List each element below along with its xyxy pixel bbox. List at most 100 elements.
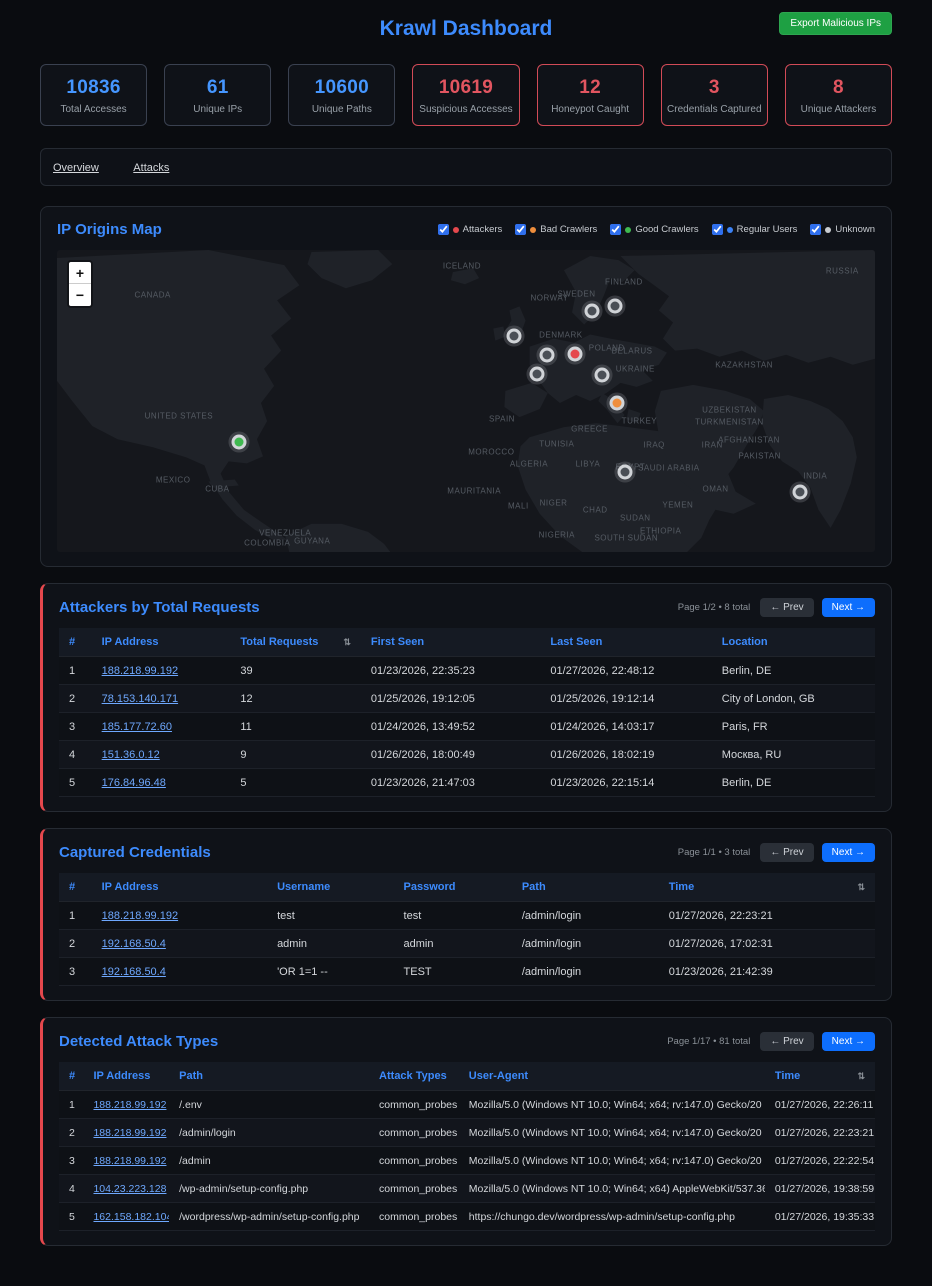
legend-label: Unknown [835, 224, 875, 235]
column-header-last-seen[interactable]: Last Seen [540, 628, 711, 657]
ip-link[interactable]: 188.218.99.192 [93, 1155, 166, 1167]
attack-types-panel: Detected Attack Types Page 1/17 • 81 tot… [40, 1017, 892, 1246]
zoom-in-button[interactable]: + [69, 262, 91, 284]
map-marker-unknown[interactable] [795, 487, 804, 496]
column-header-password[interactable]: Password [394, 873, 512, 902]
column-header-total-requests[interactable]: Total Requests⇅ [230, 628, 361, 657]
ip-link[interactable]: 188.218.99.192 [93, 1099, 166, 1111]
legend-item-attackers[interactable]: Attackers [438, 224, 503, 235]
export-malicious-ips-button[interactable]: Export Malicious IPs [779, 12, 892, 35]
cell: 5 [230, 769, 361, 797]
prev-button[interactable]: ← Prev [760, 843, 813, 862]
column-header-path[interactable]: Path [169, 1062, 369, 1091]
column-header--[interactable]: # [59, 873, 92, 902]
cell: /admin/login [169, 1119, 369, 1147]
ip-link[interactable]: 176.84.96.48 [102, 777, 166, 789]
cell-ip: 176.84.96.48 [92, 769, 231, 797]
column-header-first-seen[interactable]: First Seen [361, 628, 541, 657]
cell-ip: 104.23.223.128 [83, 1175, 169, 1203]
map-marker-unknown[interactable] [610, 301, 619, 310]
map-marker-attacker[interactable] [570, 349, 579, 358]
map-marker-unknown[interactable] [542, 351, 551, 360]
cell: 01/25/2026, 19:12:05 [361, 685, 541, 713]
legend-checkbox[interactable] [438, 224, 449, 235]
credentials-pagination: Page 1/1 • 3 total ← Prev Next → [678, 843, 875, 862]
sort-icon[interactable]: ⇅ [343, 637, 351, 648]
cell: 01/27/2026, 22:26:11 [765, 1091, 875, 1119]
cell: 01/24/2026, 13:49:52 [361, 713, 541, 741]
prev-button[interactable]: ← Prev [760, 598, 813, 617]
table-row: 1188.218.99.192testtest/admin/login01/27… [59, 902, 875, 930]
table-row: 5176.84.96.48501/23/2026, 21:47:0301/23/… [59, 769, 875, 797]
ip-link[interactable]: 162.158.182.104 [93, 1211, 169, 1223]
map-marker-unknown[interactable] [597, 371, 606, 380]
cell: common_probes [369, 1091, 459, 1119]
cell: 2 [59, 685, 92, 713]
map-marker-unknown[interactable] [533, 370, 542, 379]
legend-item-unknown[interactable]: Unknown [810, 224, 875, 235]
column-header-time[interactable]: Time⇅ [765, 1062, 875, 1091]
map-marker-unknown[interactable] [510, 332, 519, 341]
ip-link[interactable]: 104.23.223.128 [93, 1183, 166, 1195]
stat-card-credentials-captured: 3 Credentials Captured [661, 64, 768, 126]
ip-link[interactable]: 188.218.99.192 [102, 665, 178, 677]
column-header--[interactable]: # [59, 628, 92, 657]
stat-label: Unique IPs [169, 104, 266, 115]
cell-ip: 188.218.99.192 [92, 657, 231, 685]
column-header-location[interactable]: Location [712, 628, 875, 657]
legend-item-regular-users[interactable]: Regular Users [712, 224, 798, 235]
legend-checkbox[interactable] [610, 224, 621, 235]
cell: 01/23/2026, 22:35:23 [361, 657, 541, 685]
table-row: 5162.158.182.104/wordpress/wp-admin/setu… [59, 1203, 875, 1231]
column-header-ip-address[interactable]: IP Address [83, 1062, 169, 1091]
ip-link[interactable]: 188.218.99.192 [93, 1127, 166, 1139]
credentials-panel-header: Captured Credentials Page 1/1 • 3 total … [59, 843, 875, 862]
tab-attacks[interactable]: Attacks [133, 162, 169, 174]
stat-value: 3 [666, 77, 763, 99]
attackers-panel: Attackers by Total Requests Page 1/2 • 8… [40, 583, 892, 812]
legend-item-bad-crawlers[interactable]: Bad Crawlers [515, 224, 597, 235]
ip-link[interactable]: 151.36.0.12 [102, 749, 160, 761]
legend-checkbox[interactable] [712, 224, 723, 235]
legend-item-good-crawlers[interactable]: Good Crawlers [610, 224, 698, 235]
cell: admin [267, 930, 393, 958]
next-button[interactable]: Next → [822, 1032, 875, 1051]
ip-link[interactable]: 185.177.72.60 [102, 721, 172, 733]
column-header-attack-types[interactable]: Attack Types [369, 1062, 459, 1091]
map-marker-good[interactable] [234, 438, 243, 447]
map-marker-unknown[interactable] [620, 467, 629, 476]
cell: /.env [169, 1091, 369, 1119]
legend-checkbox[interactable] [810, 224, 821, 235]
next-button[interactable]: Next → [822, 843, 875, 862]
stat-card-total-accesses: 10836 Total Accesses [40, 64, 147, 126]
column-header-username[interactable]: Username [267, 873, 393, 902]
map-canvas[interactable]: + − CANADAICELANDRUSSIANORWAYSWEDENFINLA… [57, 250, 875, 552]
sort-icon[interactable]: ⇅ [857, 882, 865, 893]
next-button[interactable]: Next → [822, 598, 875, 617]
prev-button[interactable]: ← Prev [760, 1032, 813, 1051]
column-header-path[interactable]: Path [512, 873, 659, 902]
header: Krawl Dashboard Export Malicious IPs [40, 8, 892, 50]
zoom-out-button[interactable]: − [69, 284, 91, 306]
column-header-ip-address[interactable]: IP Address [92, 873, 267, 902]
cell: 01/27/2026, 22:23:21 [659, 902, 875, 930]
table-row: 1188.218.99.192/.envcommon_probesMozilla… [59, 1091, 875, 1119]
column-header-user-agent[interactable]: User-Agent [459, 1062, 765, 1091]
ip-link[interactable]: 188.218.99.192 [102, 910, 178, 922]
attack-types-table: #IP AddressPathAttack TypesUser-AgentTim… [59, 1062, 875, 1231]
ip-link[interactable]: 192.168.50.4 [102, 938, 166, 950]
map-marker-bad[interactable] [612, 399, 621, 408]
cell: test [267, 902, 393, 930]
ip-link[interactable]: 78.153.140.171 [102, 693, 178, 705]
column-header--[interactable]: # [59, 1062, 83, 1091]
sort-icon[interactable]: ⇅ [857, 1071, 865, 1082]
column-header-time[interactable]: Time⇅ [659, 873, 875, 902]
cell-ip: 151.36.0.12 [92, 741, 231, 769]
column-header-ip-address[interactable]: IP Address [92, 628, 231, 657]
cell-ip: 192.168.50.4 [92, 930, 267, 958]
legend-checkbox[interactable] [515, 224, 526, 235]
tab-overview[interactable]: Overview [53, 162, 99, 174]
ip-link[interactable]: 192.168.50.4 [102, 966, 166, 978]
map-marker-unknown[interactable] [587, 307, 596, 316]
legend-color-dot-icon [530, 227, 536, 233]
